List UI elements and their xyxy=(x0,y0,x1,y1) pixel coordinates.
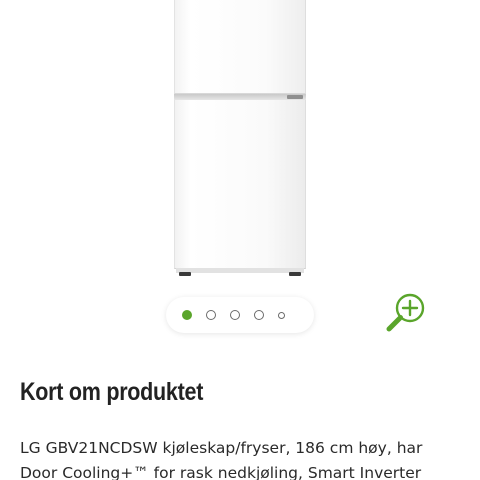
product-description: LG GBV21NCDSW kjøleskap/fryser, 186 cm h… xyxy=(20,436,465,480)
product-page: Kort om produktet LG GBV21NCDSW kjøleska… xyxy=(0,0,480,480)
product-image[interactable] xyxy=(0,0,480,292)
zoom-button[interactable] xyxy=(383,290,429,336)
section-heading: Kort om produktet xyxy=(20,378,204,406)
fridge-upper-door xyxy=(174,0,306,94)
carousel-dot-5[interactable] xyxy=(278,311,285,319)
fridge-foot-right xyxy=(289,272,301,276)
carousel-dot-4[interactable] xyxy=(254,310,264,320)
description-line-2: Door Cooling+™ for rask nedkjøling, Smar… xyxy=(20,464,422,480)
fridge-lower-door xyxy=(174,100,306,269)
description-line-1: LG GBV21NCDSW kjøleskap/fryser, 186 cm h… xyxy=(20,439,423,457)
carousel-dot-1[interactable] xyxy=(182,310,192,320)
fridge-freezer-image xyxy=(174,0,306,278)
fridge-handle xyxy=(287,95,303,99)
carousel-dot-3[interactable] xyxy=(230,310,240,320)
zoom-in-icon xyxy=(386,293,425,332)
carousel-dot-2[interactable] xyxy=(206,310,216,320)
fridge-foot-left xyxy=(179,272,191,276)
fridge-base xyxy=(176,268,304,273)
image-carousel-indicator xyxy=(166,297,314,333)
